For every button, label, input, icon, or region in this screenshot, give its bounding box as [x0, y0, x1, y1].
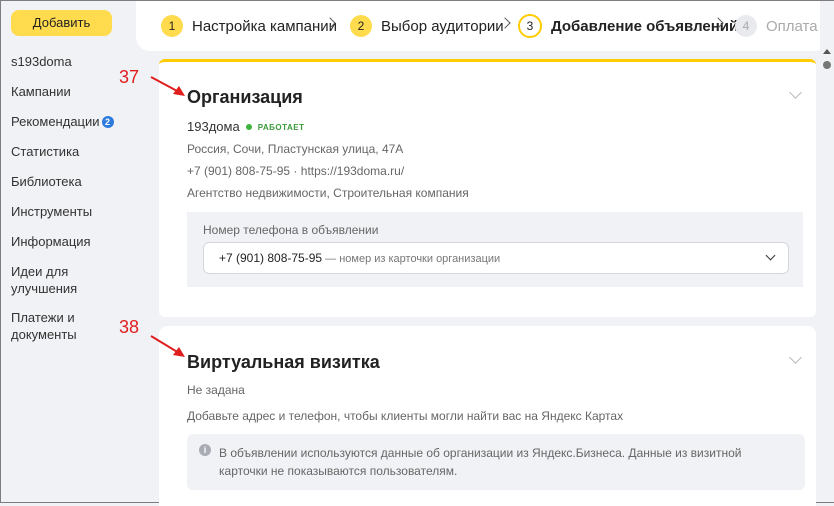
sidebar-item-statistics[interactable]: Статистика: [11, 143, 79, 160]
info-notice: i В объявлении используются данные об ор…: [187, 434, 805, 490]
step-number: 1: [161, 15, 183, 37]
step-number: 3: [518, 14, 542, 38]
annotation-arrow-icon: [150, 335, 185, 357]
step-label: Оплата: [766, 17, 818, 35]
sidebar-item-label: Рекомендации: [11, 114, 100, 129]
collapse-chevron-icon[interactable]: [789, 351, 802, 364]
phone-select[interactable]: +7 (901) 808-75-95 — номер из карточки о…: [203, 242, 789, 274]
virtual-card-title: Виртуальная визитка: [187, 352, 380, 372]
organization-title: Организация: [187, 87, 303, 107]
phone-field-label: Номер телефона в объявлении: [203, 223, 379, 237]
organization-name: 193дома: [187, 119, 240, 134]
annotation-arrow-icon: [150, 76, 185, 96]
sidebar-item-payments[interactable]: Платежи и документы: [11, 309, 91, 343]
sidebar-item-ideas[interactable]: Идеи для улучшения: [11, 263, 91, 297]
organization-contacts: +7 (901) 808-75-95 · https://193doma.ru/: [187, 164, 404, 178]
collapse-chevron-icon[interactable]: [789, 86, 802, 99]
add-button[interactable]: Добавить: [11, 10, 112, 36]
scrollbar-thumb[interactable]: [823, 61, 831, 69]
virtual-card-section: Виртуальная визитка Не задана Добавьте а…: [159, 326, 816, 506]
scrollbar[interactable]: [820, 1, 834, 502]
phone-select-value: +7 (901) 808-75-95 — номер из карточки о…: [219, 251, 500, 265]
step-campaign-setup[interactable]: 1 Настройка кампании: [161, 14, 337, 38]
step-number: 4: [735, 15, 757, 37]
organization-phone: +7 (901) 808-75-95: [187, 164, 291, 178]
sidebar-item-information[interactable]: Информация: [11, 233, 91, 250]
virtual-card-description: Добавьте адрес и телефон, чтобы клиенты …: [187, 409, 624, 423]
step-number: 2: [350, 15, 372, 37]
step-ads[interactable]: 3 Добавление объявлений: [518, 14, 738, 38]
annotation-number-37: 37: [119, 67, 140, 87]
separator-dot: ·: [293, 164, 298, 178]
step-payment[interactable]: 4 Оплата: [735, 14, 818, 38]
organization-categories: Агентство недвижимости, Строительная ком…: [187, 186, 469, 200]
status-dot-icon: [245, 124, 252, 130]
step-label: Настройка кампании: [192, 17, 338, 35]
step-audience[interactable]: 2 Выбор аудитории: [350, 14, 504, 38]
phone-hint: — номер из карточки организации: [322, 253, 501, 265]
phone-panel: Номер телефона в объявлении +7 (901) 808…: [187, 212, 803, 287]
status-badge: РАБОТАЕТ: [257, 123, 305, 132]
scroll-up-icon[interactable]: [823, 49, 831, 54]
sidebar-item-recommendations[interactable]: Рекомендации 2: [11, 113, 114, 130]
sidebar-item-campaigns[interactable]: Кампании: [11, 83, 71, 100]
info-text: В объявлении используются данные об орга…: [219, 446, 742, 478]
wizard-steps: 1 Настройка кампании 2 Выбор аудитории 3…: [136, 1, 826, 51]
annotation-number-38: 38: [119, 317, 140, 337]
organization-site-link[interactable]: https://193doma.ru/: [301, 164, 404, 178]
virtual-card-state: Не задана: [187, 383, 245, 397]
info-icon: i: [199, 444, 211, 456]
organization-address: Россия, Сочи, Пластунская улица, 47А: [187, 142, 404, 156]
organization-name-row: 193дома РАБОТАЕТ: [187, 119, 304, 134]
phone-value: +7 (901) 808-75-95: [219, 251, 323, 265]
sidebar-account[interactable]: s193doma: [11, 53, 72, 70]
step-label: Выбор аудитории: [381, 17, 504, 35]
recommendations-count-badge: 2: [101, 116, 114, 128]
organization-card: Организация 193дома РАБОТАЕТ Россия, Сочи…: [159, 59, 816, 317]
step-label: Добавление объявлений: [551, 17, 739, 35]
sidebar-item-library[interactable]: Библиотека: [11, 173, 82, 190]
chevron-down-icon: [765, 250, 776, 261]
sidebar-item-tools[interactable]: Инструменты: [11, 203, 92, 220]
